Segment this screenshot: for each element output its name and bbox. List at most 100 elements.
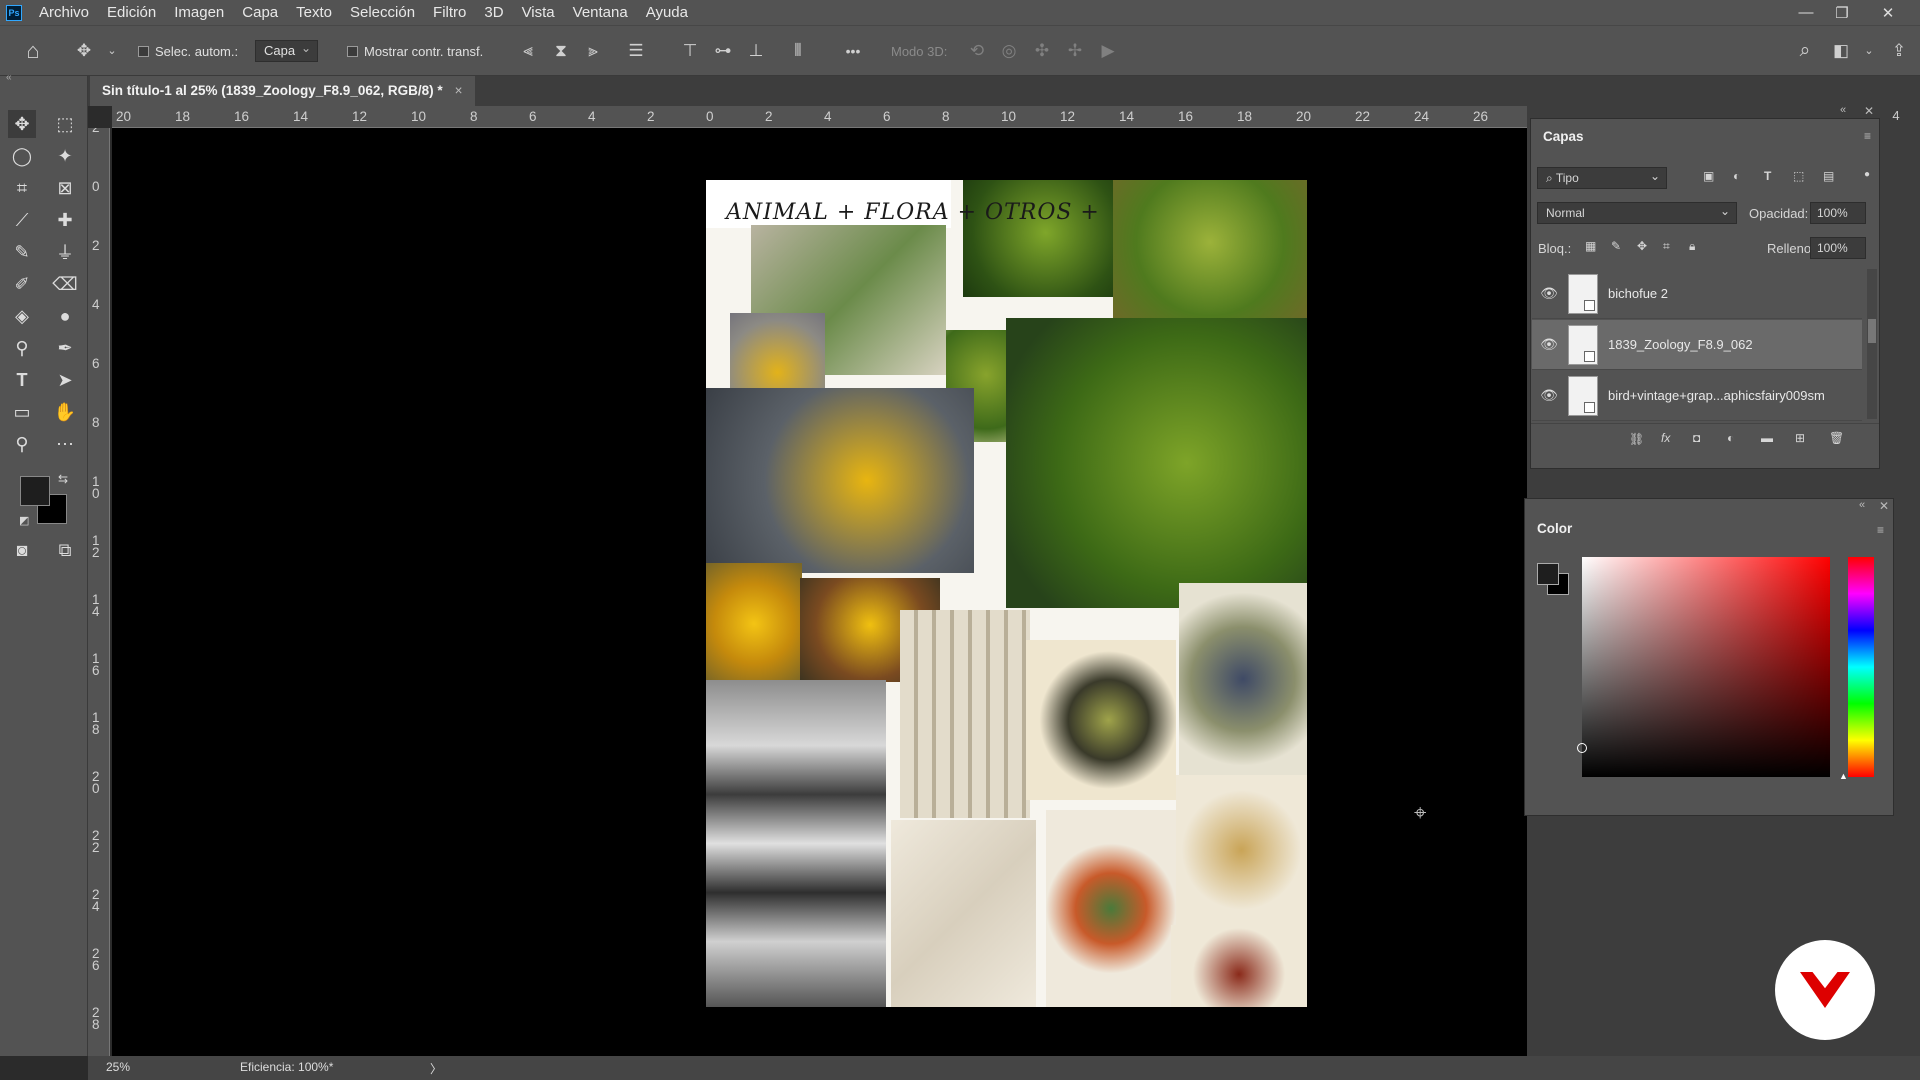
- dodge-tool-icon[interactable]: ⚲: [8, 334, 36, 362]
- lock-transparent-icon[interactable]: ▦: [1585, 239, 1596, 253]
- share-icon[interactable]: ⇪: [1887, 39, 1911, 63]
- close-panels-icon[interactable]: ✕: [1864, 104, 1874, 118]
- restore-icon[interactable]: ❐: [1824, 0, 1860, 25]
- menu-imagen[interactable]: Imagen: [165, 0, 233, 25]
- layer-row-selected[interactable]: 👁︎ 1839_Zoology_F8.9_062: [1532, 320, 1862, 370]
- layer-row[interactable]: 👁︎ bichofue 2: [1532, 269, 1862, 319]
- fill-input[interactable]: 100%: [1810, 237, 1866, 259]
- paint-bucket-icon[interactable]: ◈: [8, 302, 36, 330]
- document-canvas[interactable]: ANIMAL + FLORA + OTROS +: [706, 180, 1307, 1007]
- efficiency-readout[interactable]: Eficiencia: 100%*: [240, 1060, 333, 1074]
- visibility-eye-icon[interactable]: 👁︎: [1532, 387, 1566, 404]
- align-middle-icon[interactable]: ⊶: [711, 39, 735, 63]
- blur-tool-icon[interactable]: ●: [51, 302, 79, 330]
- lock-position-icon[interactable]: ✥: [1637, 239, 1647, 253]
- hue-slider-handle-icon[interactable]: ▲: [1839, 771, 1848, 781]
- move-tool-icon[interactable]: ✥: [8, 110, 36, 138]
- delete-layer-icon[interactable]: 🗑︎: [1829, 431, 1844, 445]
- type-tool-icon[interactable]: T: [8, 366, 36, 394]
- menu-ayuda[interactable]: Ayuda: [637, 0, 697, 25]
- link-layers-icon[interactable]: ⛓︎: [1629, 432, 1644, 446]
- menu-archivo[interactable]: Archivo: [30, 0, 98, 25]
- color-picker-field[interactable]: [1577, 557, 1830, 777]
- visibility-eye-icon[interactable]: 👁︎: [1532, 285, 1566, 302]
- eyedropper-icon[interactable]: ⟋: [8, 206, 36, 234]
- hand-tool-icon[interactable]: ✋: [51, 398, 79, 426]
- lock-all-icon[interactable]: 🔒︎: [1689, 239, 1695, 254]
- layer-row[interactable]: 👁︎ bird+vintage+grap...aphicsfairy009sm: [1532, 371, 1862, 421]
- close-color-icon[interactable]: ✕: [1879, 499, 1889, 513]
- move-tool-icon[interactable]: ✥: [72, 39, 96, 63]
- quick-mask-icon[interactable]: ◙: [8, 536, 36, 564]
- fill-value[interactable]: 100%: [1817, 241, 1848, 255]
- align-center-icon[interactable]: ⧗: [549, 39, 573, 63]
- lock-pixels-icon[interactable]: ✎: [1611, 239, 1621, 253]
- opacity-value[interactable]: 100%: [1817, 206, 1848, 220]
- align-left-icon[interactable]: ⫷: [516, 39, 540, 63]
- crop-tool-icon[interactable]: ⌗: [8, 174, 36, 202]
- zoom-tool-icon[interactable]: ⚲: [8, 430, 36, 458]
- rectangle-tool-icon[interactable]: ▭: [8, 398, 36, 426]
- frame-tool-icon[interactable]: ⊠: [51, 174, 79, 202]
- menu-seleccion[interactable]: Selección: [341, 0, 424, 25]
- lasso-tool-icon[interactable]: ◯: [8, 142, 36, 170]
- checkbox-box[interactable]: [347, 45, 358, 57]
- filter-toggle-icon[interactable]: ●: [1864, 169, 1870, 180]
- menu-ventana[interactable]: Ventana: [564, 0, 637, 25]
- menu-3d[interactable]: 3D: [475, 0, 512, 25]
- screen-mode-icon[interactable]: ⧉: [51, 536, 79, 564]
- fx-icon[interactable]: fx: [1661, 431, 1670, 445]
- menu-vista[interactable]: Vista: [513, 0, 564, 25]
- visibility-eye-icon[interactable]: 👁︎: [1532, 336, 1566, 353]
- minimize-icon[interactable]: —: [1788, 0, 1824, 25]
- menu-texto[interactable]: Texto: [287, 0, 341, 25]
- zoom-level[interactable]: 25%: [106, 1060, 130, 1074]
- canvas-area[interactable]: ANIMAL + FLORA + OTROS + ⌖: [112, 128, 1527, 1056]
- new-group-icon[interactable]: ▬: [1761, 431, 1773, 445]
- stamp-tool-icon[interactable]: ⏚: [51, 238, 79, 266]
- color-tab[interactable]: Color: [1525, 511, 1585, 547]
- auto-select-value[interactable]: Capa: [255, 38, 319, 62]
- filter-adjustment-icon[interactable]: ◐: [1733, 169, 1740, 183]
- distribute-vertical-icon[interactable]: ⫴: [786, 39, 810, 63]
- align-right-icon[interactable]: ⫸: [581, 39, 605, 63]
- search-icon[interactable]: ⌕: [1793, 39, 1817, 63]
- menu-filtro[interactable]: Filtro: [424, 0, 475, 25]
- workspace-icon[interactable]: ◧: [1829, 39, 1853, 63]
- add-mask-icon[interactable]: ◘: [1693, 431, 1700, 445]
- align-bottom-icon[interactable]: ⊥: [744, 39, 768, 63]
- document-tab[interactable]: Sin título-1 al 25% (1839_Zoology_F8.9_0…: [90, 76, 475, 106]
- more-options-icon[interactable]: •••: [841, 39, 865, 63]
- scrollbar-thumb[interactable]: [1868, 319, 1876, 343]
- filter-smart-icon[interactable]: ▤: [1823, 169, 1834, 183]
- blend-mode-dropdown[interactable]: Normal ⌄: [1537, 202, 1737, 224]
- checkbox-box[interactable]: [138, 45, 149, 57]
- menu-capa[interactable]: Capa: [233, 0, 287, 25]
- filter-type-icon[interactable]: T: [1764, 169, 1771, 183]
- auto-select-checkbox[interactable]: Selec. autom.:: [138, 40, 238, 62]
- new-layer-icon[interactable]: ⊞: [1795, 431, 1805, 445]
- layer-filter-dropdown[interactable]: ⌕ Tipo ⌄: [1537, 167, 1667, 189]
- close-tab-icon[interactable]: ×: [455, 83, 463, 98]
- foreground-color-swatch[interactable]: [20, 476, 50, 506]
- layers-scrollbar[interactable]: [1867, 269, 1877, 419]
- auto-select-dropdown[interactable]: Capa: [255, 38, 319, 62]
- history-brush-icon[interactable]: ✐: [8, 270, 36, 298]
- tool-preset-chevron-icon[interactable]: ⌄: [100, 39, 124, 63]
- color-fg-swatch[interactable]: [1537, 563, 1559, 585]
- collapse-tools-icon[interactable]: «: [6, 72, 12, 83]
- filter-pixel-icon[interactable]: ▣: [1703, 169, 1714, 183]
- pen-tool-icon[interactable]: ✒: [51, 334, 79, 362]
- marquee-tool-icon[interactable]: ⬚: [51, 110, 79, 138]
- workspace-chevron-icon[interactable]: ⌄: [1857, 39, 1881, 63]
- menu-edicion[interactable]: Edición: [98, 0, 165, 25]
- healing-brush-icon[interactable]: ✚: [51, 206, 79, 234]
- default-colors-icon[interactable]: ◩: [19, 514, 29, 527]
- distribute-icon[interactable]: ☰: [624, 39, 648, 63]
- filter-shape-icon[interactable]: ⬚: [1793, 169, 1804, 183]
- adjustment-layer-icon[interactable]: ◐: [1727, 431, 1734, 445]
- layers-tab[interactable]: Capas: [1531, 119, 1596, 155]
- opacity-input[interactable]: 100%: [1810, 202, 1866, 224]
- collapse-color-icon[interactable]: «: [1859, 499, 1865, 511]
- close-window-icon[interactable]: ✕: [1870, 0, 1906, 25]
